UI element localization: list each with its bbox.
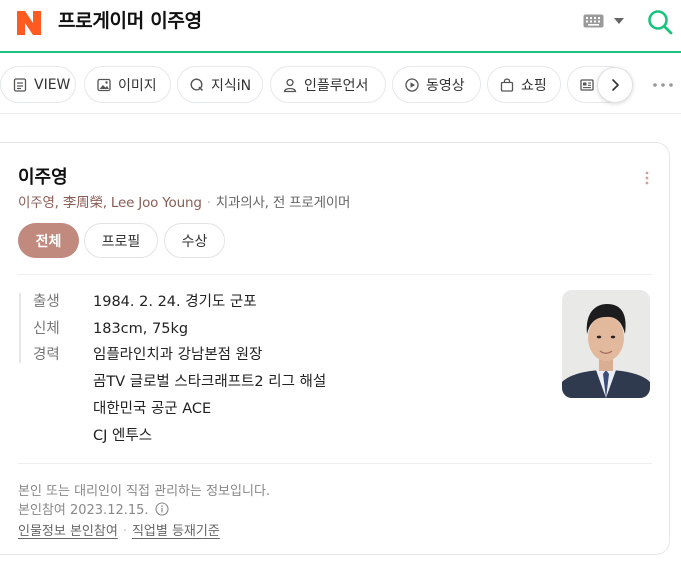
profile-photo[interactable] bbox=[562, 290, 650, 398]
play-icon bbox=[405, 77, 419, 92]
tab-label: 이미지 bbox=[118, 77, 157, 94]
tabs-next-button[interactable] bbox=[597, 67, 633, 103]
profile-links: 인물정보 본인참여 · 직업별 등재기준 bbox=[18, 524, 220, 539]
tab-label: 쇼핑 bbox=[521, 77, 547, 94]
tab-kin[interactable]: 지식iN bbox=[177, 66, 263, 103]
document-icon bbox=[13, 77, 27, 92]
tab-view[interactable]: VIEW bbox=[0, 66, 76, 103]
profile-notice: 본인 또는 대리인이 직접 관리하는 정보입니다. bbox=[18, 484, 271, 499]
tab-influencer[interactable]: 인플루언서 bbox=[270, 66, 386, 103]
tab-label: 동영상 bbox=[426, 77, 465, 94]
info-row-birth: 출생 1984. 2. 24. 경기도 군포 bbox=[33, 292, 257, 312]
career-item: 대한민국 공군 ACE bbox=[93, 401, 212, 417]
tabs-divider bbox=[0, 113, 681, 114]
chip-profile[interactable]: 프로필 bbox=[84, 223, 158, 258]
search-query[interactable]: 프로게이머 이주영 bbox=[58, 8, 202, 34]
info-row-career: 경력 bbox=[33, 345, 93, 365]
career-item: CJ 엔투스 bbox=[93, 428, 153, 444]
verified-date: 본인참여 2023.12.15. bbox=[18, 503, 149, 518]
chip-award[interactable]: 수상 bbox=[164, 223, 225, 258]
chevron-down-icon[interactable] bbox=[614, 18, 624, 24]
info-label: 출생 bbox=[33, 294, 60, 310]
tab-video[interactable]: 동영상 bbox=[392, 66, 481, 103]
tab-shopping[interactable]: 쇼핑 bbox=[487, 66, 561, 103]
divider bbox=[18, 274, 652, 275]
keyboard-icon[interactable] bbox=[583, 14, 604, 28]
profile-verified: 본인참여 2023.12.15. bbox=[18, 499, 169, 518]
alias-names: 이주영, 李周榮, Lee Joo Young bbox=[18, 195, 202, 211]
chip-all[interactable]: 전체 bbox=[18, 223, 79, 258]
profile-name[interactable]: 이주영 bbox=[18, 163, 68, 189]
news-icon bbox=[580, 78, 594, 91]
info-icon[interactable] bbox=[154, 501, 169, 516]
chevron-right-icon bbox=[612, 79, 619, 91]
link-self-participation[interactable]: 인물정보 본인참여 bbox=[18, 524, 118, 539]
tab-label: 지식iN bbox=[211, 77, 252, 94]
search-icon[interactable] bbox=[646, 8, 674, 36]
career-item: 임플라인치과 강남본점 원장 bbox=[93, 347, 263, 363]
tab-label: VIEW bbox=[34, 76, 71, 93]
info-accent-bar bbox=[19, 293, 21, 363]
info-label: 신체 bbox=[33, 321, 60, 337]
tab-image[interactable]: 이미지 bbox=[84, 66, 171, 103]
tab-label: 인플루언서 bbox=[304, 77, 369, 94]
search-header: 프로게이머 이주영 bbox=[0, 0, 681, 53]
q-icon bbox=[190, 77, 204, 91]
info-value: 1984. 2. 24. 경기도 군포 bbox=[93, 294, 257, 310]
link-listing-criteria[interactable]: 직업별 등재기준 bbox=[132, 524, 220, 539]
profile-job: 치과의사, 전 프로게이머 bbox=[215, 195, 351, 211]
bag-icon bbox=[500, 77, 514, 92]
person-icon bbox=[283, 78, 297, 92]
info-label: 경력 bbox=[33, 347, 60, 363]
info-value: 183cm, 75kg bbox=[93, 321, 189, 337]
divider bbox=[18, 463, 652, 464]
image-icon bbox=[97, 78, 111, 91]
info-row-body: 신체 183cm, 75kg bbox=[33, 319, 188, 339]
naver-logo-icon[interactable] bbox=[14, 8, 44, 38]
career-item: 곰TV 글로벌 스타크래프트2 리그 해설 bbox=[93, 374, 327, 390]
search-tabs: VIEW 이미지 지식iN 인플루언서 동영상 쇼핑 bbox=[0, 62, 681, 108]
profile-card: 이주영 이주영, 李周榮, Lee Joo Young · 치과의사, 전 프로게이… bbox=[0, 142, 670, 555]
more-vertical-icon[interactable] bbox=[644, 170, 650, 186]
profile-aliases: 이주영, 李周榮, Lee Joo Young · 치과의사, 전 프로게이머 bbox=[18, 195, 351, 211]
more-horizontal-icon[interactable] bbox=[652, 76, 674, 94]
